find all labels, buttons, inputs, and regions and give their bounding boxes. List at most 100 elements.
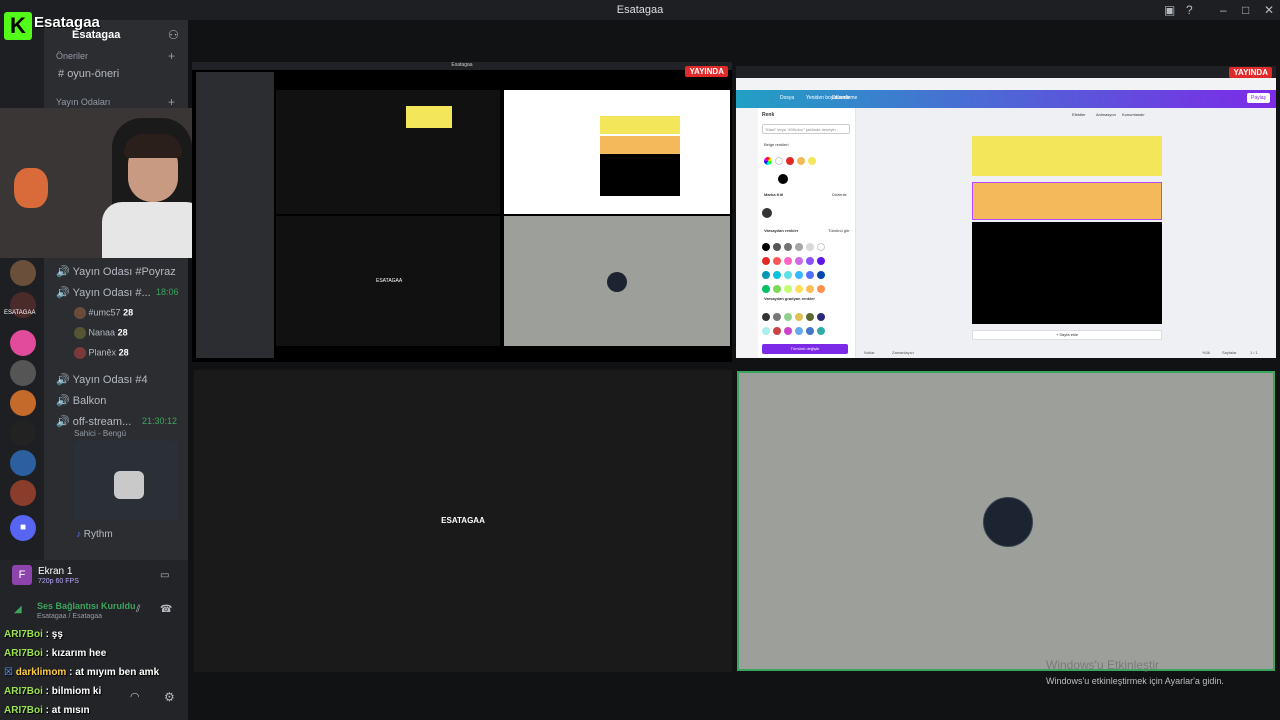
design-orange-block[interactable] (972, 182, 1162, 220)
stream-preview[interactable] (74, 441, 178, 521)
activation-title: Windows'u Etkinleştir (1046, 658, 1159, 672)
chat-user: ARI7Boi (4, 686, 43, 697)
noise-suppression-icon[interactable]: ⫽ (136, 604, 140, 615)
screen-share-icon[interactable]: ▭ (160, 570, 169, 581)
signal-icon: ◢ (14, 604, 22, 615)
chat-text: at mısın (51, 705, 90, 716)
gradient-row (762, 322, 828, 340)
close-button[interactable]: ✕ (1264, 3, 1274, 17)
position-button[interactable]: Konumlandır (1122, 112, 1145, 117)
voice-user[interactable]: Planêx 28 (74, 347, 129, 359)
chat-text: bilmiom ki (51, 686, 102, 697)
channel-label: off-stream... (72, 416, 132, 428)
address-bar (736, 78, 1276, 90)
inbox-icon[interactable]: ▣ (1164, 3, 1175, 17)
nested-sidebar (196, 72, 274, 358)
add-channel-icon[interactable]: + (168, 49, 175, 63)
avatar (74, 327, 86, 339)
add-member-icon[interactable]: ⚇ (168, 28, 179, 42)
chat-text: at mıyım ben amk (75, 667, 160, 678)
nested-orange (600, 136, 680, 154)
effects-button[interactable]: Efektler (1072, 112, 1086, 117)
page-count: 1 / 1 (1250, 350, 1258, 355)
user-name: Nanaa (88, 327, 116, 338)
settings-icon[interactable]: ⚙ (164, 690, 175, 704)
stream-tile-nested[interactable]: Esatagaa YAYINDA ESATAGAA (192, 62, 732, 362)
color-search-input[interactable]: "Mavi" veya "#00c4cc" şeklinde deneyin (762, 124, 850, 134)
help-icon[interactable]: ? (1186, 3, 1193, 17)
server-icon[interactable] (10, 390, 36, 416)
server-icon[interactable] (10, 450, 36, 476)
see-all-link[interactable]: Tümünü gör (828, 228, 850, 233)
bot-user[interactable]: ♪ Rythm (76, 529, 113, 540)
voice-channel[interactable]: 🔊 Balkon (56, 394, 106, 407)
channel-label: Yayın Odası #... (72, 287, 151, 299)
title-bar: Esatagaa ▣ ? – □ ✕ (0, 0, 1280, 20)
plush-toy (14, 168, 48, 208)
category-suggestions[interactable]: Öneriler (56, 51, 88, 61)
chat-message: ☒ darklimom : at mıyım ben amk (4, 667, 160, 678)
stream-quality: 720p 60 FPS (38, 578, 79, 585)
channel-timer: 18:06 (156, 287, 179, 297)
menu-edit[interactable]: Düzenleme (832, 95, 857, 101)
chat-message: ARI7Boi : at mısın (4, 705, 90, 716)
channel-label: Balkon (72, 395, 107, 407)
chat-user: ARI7Boi (4, 629, 43, 640)
connection-status: Ses Bağlantısı Kuruldu (37, 601, 136, 611)
server-icon[interactable] (10, 480, 36, 506)
server-icon[interactable] (10, 260, 36, 286)
share-button[interactable]: Paylaş (1246, 93, 1270, 103)
maximize-button[interactable]: □ (1242, 3, 1249, 17)
animate-button[interactable]: Animasyon (1096, 112, 1116, 117)
channel-label: Yayın Odası #Poyraz (72, 266, 176, 278)
cat-illustration (114, 471, 144, 499)
color-swatch[interactable] (762, 208, 772, 218)
voice-channel[interactable]: 🔊 Yayın Odası #... (56, 286, 151, 299)
server-icon[interactable] (10, 330, 36, 356)
chat-message: ARI7Boi : kızarım hee (4, 648, 107, 659)
minimize-button[interactable]: – (1220, 3, 1227, 17)
design-yellow-block[interactable] (972, 136, 1162, 176)
brand-kit-edit[interactable]: Düzenle (832, 192, 847, 197)
change-all-button[interactable]: Tümünü değiştir (762, 344, 848, 354)
chat-user: ARI7Boi (4, 648, 43, 659)
add-page-button[interactable]: + Sayfa ekle (972, 330, 1162, 340)
pages-button[interactable]: Sayfalar (1222, 350, 1237, 355)
user-badge: 28 (117, 327, 128, 338)
menu-file[interactable]: Dosya (780, 95, 794, 101)
category-broadcast[interactable]: Yayın Odaları (56, 97, 110, 107)
panel-title: Renk (762, 112, 775, 118)
disconnect-icon[interactable]: ☎ (160, 604, 172, 615)
stream-tile-speaking[interactable] (737, 371, 1275, 671)
server-icon[interactable] (10, 360, 36, 386)
notes-button[interactable]: Notlar (864, 350, 875, 355)
color-swatch[interactable] (778, 174, 788, 184)
folder-icon[interactable]: ■ (10, 515, 36, 541)
nested-black (600, 154, 680, 196)
stream-tile-canva[interactable]: YAYINDA Dosya Yeniden boyutlandır Düzenl… (736, 66, 1276, 358)
add-channel-icon[interactable]: + (168, 95, 175, 109)
headset-icon[interactable]: ◠ (130, 690, 140, 703)
text-channel-oyun[interactable]: # oyun-öneri (58, 68, 119, 80)
shirt (102, 202, 206, 258)
default-colors-label: Varsayılan renkler (764, 228, 799, 233)
stream-tile-esatagaa[interactable]: ESATAGAA (194, 370, 732, 672)
live-badge: YAYINDA (685, 66, 728, 77)
design-black-block[interactable] (972, 222, 1162, 324)
color-panel: Renk "Mavi" veya "#00c4cc" şeklinde dene… (758, 108, 856, 358)
nested-user: ESATAGAA (376, 278, 403, 284)
user-name: #umc57 (88, 307, 121, 318)
browser-tabs (736, 66, 1276, 78)
voice-user[interactable]: #umc57 28 (74, 307, 133, 319)
server-icon[interactable] (10, 420, 36, 446)
voice-user[interactable]: Nanaa 28 (74, 327, 128, 339)
stream-title: Ekran 1 (38, 566, 73, 577)
nested-title: Esatagaa (192, 62, 732, 70)
zoom-level[interactable]: %36 (1202, 350, 1210, 355)
voice-channel[interactable]: 🔊 Yayın Odası #Poyraz (56, 265, 176, 278)
voice-channel[interactable]: 🔊 off-stream... (56, 415, 131, 428)
server-label: ESATAGAA (4, 310, 36, 316)
activation-subtitle: Windows'u etkinleştirmek için Ayarlar'a … (1046, 676, 1224, 686)
timer-button[interactable]: Zamanlayıcı (892, 350, 914, 355)
voice-channel[interactable]: 🔊 Yayın Odası #4 (56, 373, 148, 386)
